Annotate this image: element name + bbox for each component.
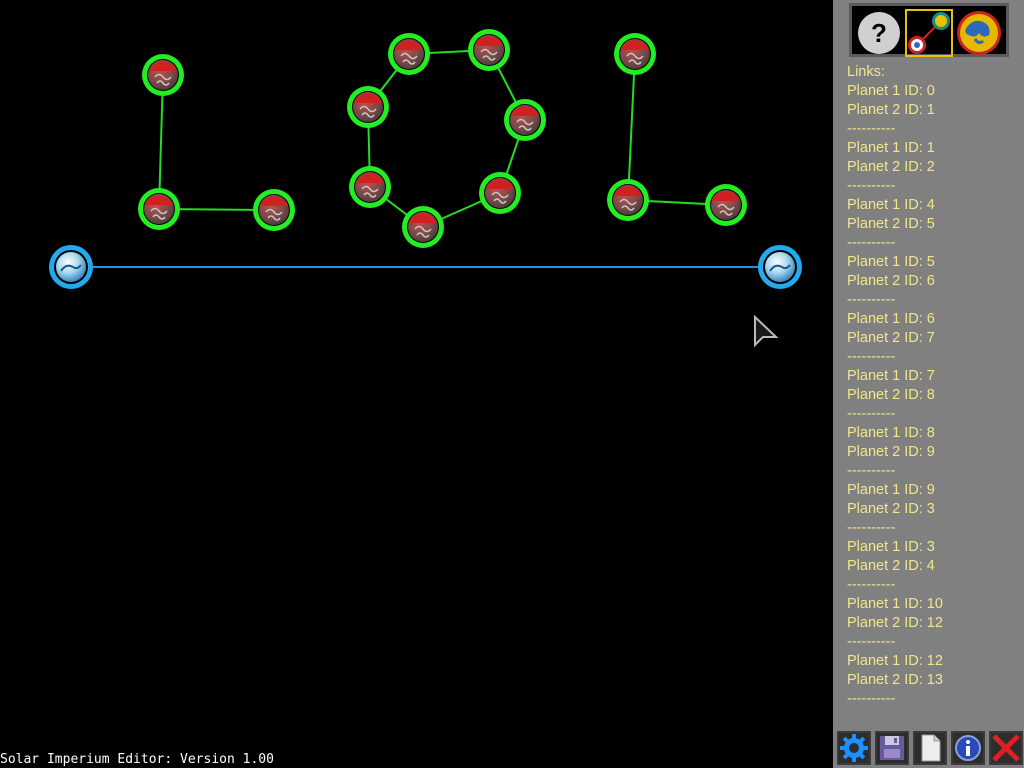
link-entry-planet1: Planet 1 ID: 3 [847, 539, 935, 555]
link-entry-planet2: Planet 2 ID: 8 [847, 387, 935, 403]
planet[interactable] [347, 86, 389, 128]
planet[interactable] [705, 184, 747, 226]
planet-tool-button[interactable] [955, 9, 1003, 57]
planet[interactable] [504, 99, 546, 141]
link-separator: ---------- [847, 178, 896, 194]
planets [49, 29, 802, 289]
save-icon [880, 736, 904, 760]
link-separator: ---------- [847, 520, 896, 536]
planet[interactable] [388, 33, 430, 75]
new-file-icon [921, 734, 941, 762]
planet[interactable] [138, 188, 180, 230]
links-list: Links: Planet 1 ID: 0 Planet 2 ID: 1 ---… [847, 63, 1017, 713]
link-entry-planet1: Planet 1 ID: 9 [847, 482, 935, 498]
help-icon: ? [858, 12, 900, 54]
mouse-cursor-icon [754, 315, 779, 348]
help-tool-button[interactable]: ? [855, 9, 903, 57]
link-separator: ---------- [847, 406, 896, 422]
tool-palette: ? [849, 3, 1009, 57]
link-entry-planet2: Planet 2 ID: 2 [847, 159, 935, 175]
link-separator: ---------- [847, 463, 896, 479]
link-entry-planet1: Planet 1 ID: 6 [847, 311, 935, 327]
galaxy-map[interactable] [0, 0, 833, 768]
planet-blue[interactable] [49, 245, 93, 289]
planet[interactable] [614, 33, 656, 75]
close-icon [992, 734, 1020, 762]
status-bar-text: Solar Imperium Editor: Version 1.00 [0, 752, 274, 767]
link-separator: ---------- [847, 292, 896, 308]
link-entry-planet1: Planet 1 ID: 5 [847, 254, 935, 270]
link-separator: ---------- [847, 121, 896, 137]
planet[interactable] [349, 166, 391, 208]
link-entry-planet2: Planet 2 ID: 1 [847, 102, 935, 118]
planet[interactable] [253, 189, 295, 231]
planet-blue[interactable] [758, 245, 802, 289]
settings-button[interactable] [837, 731, 871, 765]
link-entry-planet2: Planet 2 ID: 7 [847, 330, 935, 346]
link-entry-planet2: Planet 2 ID: 5 [847, 216, 935, 232]
info-button[interactable] [951, 731, 985, 765]
link-entry-planet1: Planet 1 ID: 7 [847, 368, 935, 384]
links-header: Links: [847, 64, 885, 80]
link-entry-planet1: Planet 1 ID: 4 [847, 197, 935, 213]
link-line [627, 53, 636, 201]
link-entry-planet2: Planet 2 ID: 13 [847, 672, 943, 688]
link-entry-planet2: Planet 2 ID: 3 [847, 501, 935, 517]
link-entry-planet1: Planet 1 ID: 1 [847, 140, 935, 156]
planet-tool-icon [957, 11, 1001, 55]
link-separator: ---------- [847, 634, 896, 650]
link-entry-planet2: Planet 2 ID: 12 [847, 615, 943, 631]
link-entry-planet2: Planet 2 ID: 9 [847, 444, 935, 460]
link-entry-planet1: Planet 1 ID: 8 [847, 425, 935, 441]
help-label: ? [871, 18, 887, 48]
link-entry-planet1: Planet 1 ID: 10 [847, 596, 943, 612]
new-file-button[interactable] [913, 731, 947, 765]
planet[interactable] [142, 54, 184, 96]
planet[interactable] [468, 29, 510, 71]
link-tool-icon [908, 12, 950, 54]
save-button[interactable] [875, 731, 909, 765]
link-entry-planet1: Planet 1 ID: 12 [847, 653, 943, 669]
planet[interactable] [402, 206, 444, 248]
settings-icon [840, 734, 868, 762]
link-separator: ---------- [847, 349, 896, 365]
link-entry-planet2: Planet 2 ID: 4 [847, 558, 935, 574]
link-entry-planet1: Planet 1 ID: 0 [847, 83, 935, 99]
planet[interactable] [479, 172, 521, 214]
link-separator: ---------- [847, 235, 896, 251]
info-icon [955, 735, 981, 761]
link-tool-button[interactable] [905, 9, 953, 57]
link-entry-planet2: Planet 2 ID: 6 [847, 273, 935, 289]
close-button[interactable] [989, 731, 1023, 765]
planet[interactable] [607, 179, 649, 221]
link-separator: ---------- [847, 691, 896, 707]
bottom-toolbar [837, 731, 1024, 768]
link-separator: ---------- [847, 577, 896, 593]
